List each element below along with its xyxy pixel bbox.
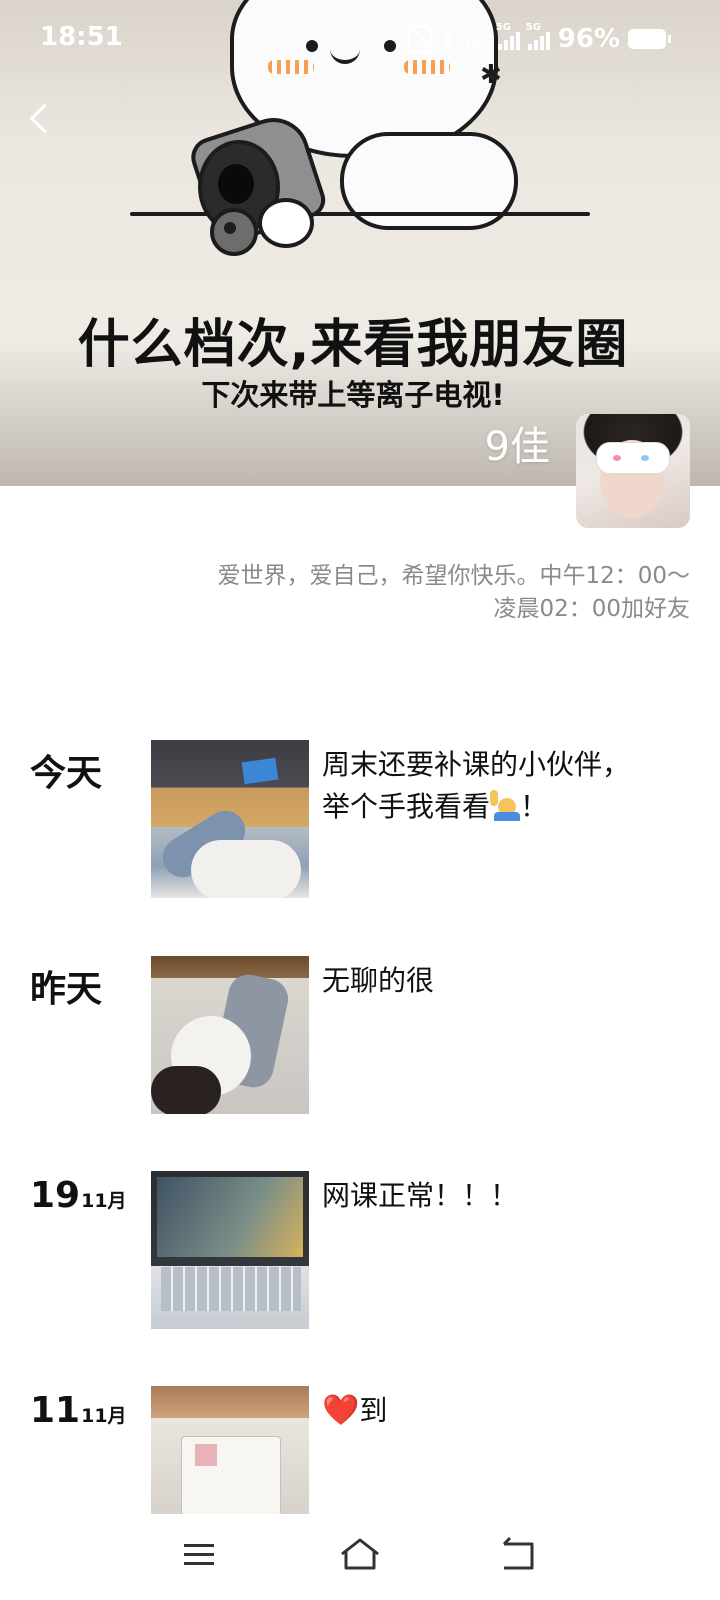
avatar-eye-mask [596,442,670,474]
red-heart-emoji: ❤️ [322,1393,360,1428]
person-raising-hand-emoji [490,790,521,821]
post-thumbnail[interactable] [151,956,309,1114]
post-text-main: 到 [359,1394,388,1427]
bluetooth-icon: ᛒ [441,26,455,52]
cat-paw [258,198,314,248]
laptop-keyboard [161,1267,301,1311]
signal-sim2-icon: 5G [526,22,550,50]
network-speed: 18.4 KB/s [463,28,490,50]
back-button[interactable] [22,100,58,136]
post-text: ❤️到 [322,1390,682,1432]
post-item[interactable]: 1911月 网课正常！！！ [0,1171,720,1331]
table-line [130,212,590,216]
system-nav-bar [0,1514,720,1600]
post-thumbnail[interactable] [151,1171,309,1329]
nav-home-button[interactable] [330,1534,390,1574]
battery-icon [628,29,671,49]
sweater [191,840,301,898]
status-time: 18:51 [40,22,123,52]
gun-ring [210,208,258,256]
post-date: 1911月 [30,1175,127,1216]
post-text: 网课正常！！！ [322,1179,519,1212]
network-speed-unit: KB/s [464,39,488,49]
post-thumbnail[interactable] [151,740,309,898]
status-icons: ᛒ 18.4 KB/s 5G 5G 96% [407,22,671,54]
network-speed-value: 18.4 [462,27,490,40]
signature-line-2: 凌晨02：00加好友 [493,596,690,622]
sim1-tag: 5G [495,22,511,33]
post-text-line-1: 周末还要补课的小伙伴， [322,748,631,781]
post-date-month: 11月 [81,1190,127,1212]
sim2-tag: 5G [525,22,541,33]
post-date: 昨天 [30,969,103,1010]
cover-title: 什么档次,来看我朋友圈 [77,315,629,375]
post-text: 周末还要补课的小伙伴， 举个手我看看 ！ [322,744,682,828]
home-icon [341,1538,379,1570]
back-arrow-icon [502,1536,534,1570]
post-item[interactable]: 昨天 无聊的很 [0,956,720,1116]
battery-percent: 96% [557,24,620,54]
bell-off-icon [407,25,434,53]
nav-back-button[interactable] [490,1534,550,1574]
post-date: 今天 [30,753,103,794]
post-date-day: 11 [30,1390,81,1431]
post-text-line-2: 举个手我看看 ！ [322,786,682,828]
hair [151,1066,221,1114]
post-item[interactable]: 1111月 ❤️到 [0,1386,720,1514]
post-text: 无聊的很 [322,964,435,997]
avatar[interactable] [576,414,690,528]
profile-name[interactable]: 9佳 [485,414,550,472]
cover-subtitle: 下次来带上等离子电视! [201,378,505,412]
book [241,757,279,785]
status-bar: 18:51 ᛒ 18.4 KB/s 5G 5G 96% [0,0,720,80]
nav-menu-button[interactable] [170,1534,230,1574]
post-text-line-2-suffix: ！ [520,790,549,823]
post-date-day: 19 [30,1175,81,1216]
post-date-month: 11月 [81,1405,127,1427]
post-text-line-2-main: 举个手我看看 [322,790,491,823]
post-item[interactable]: 今天 周末还要补课的小伙伴， 举个手我看看 ！ [0,740,720,900]
post-date: 1111月 [30,1390,127,1431]
signal-sim1-icon: 5G [496,22,520,50]
signature-line-1: 爱世界，爱自己，希望你快乐。中午12：00～ [217,563,690,589]
profile-signature: 爱世界，爱自己，希望你快乐。中午12：00～ 凌晨02：00加好友 [130,560,690,626]
post-thumbnail[interactable] [151,1386,309,1514]
id-photo [195,1444,217,1466]
laptop-screen [157,1177,303,1257]
